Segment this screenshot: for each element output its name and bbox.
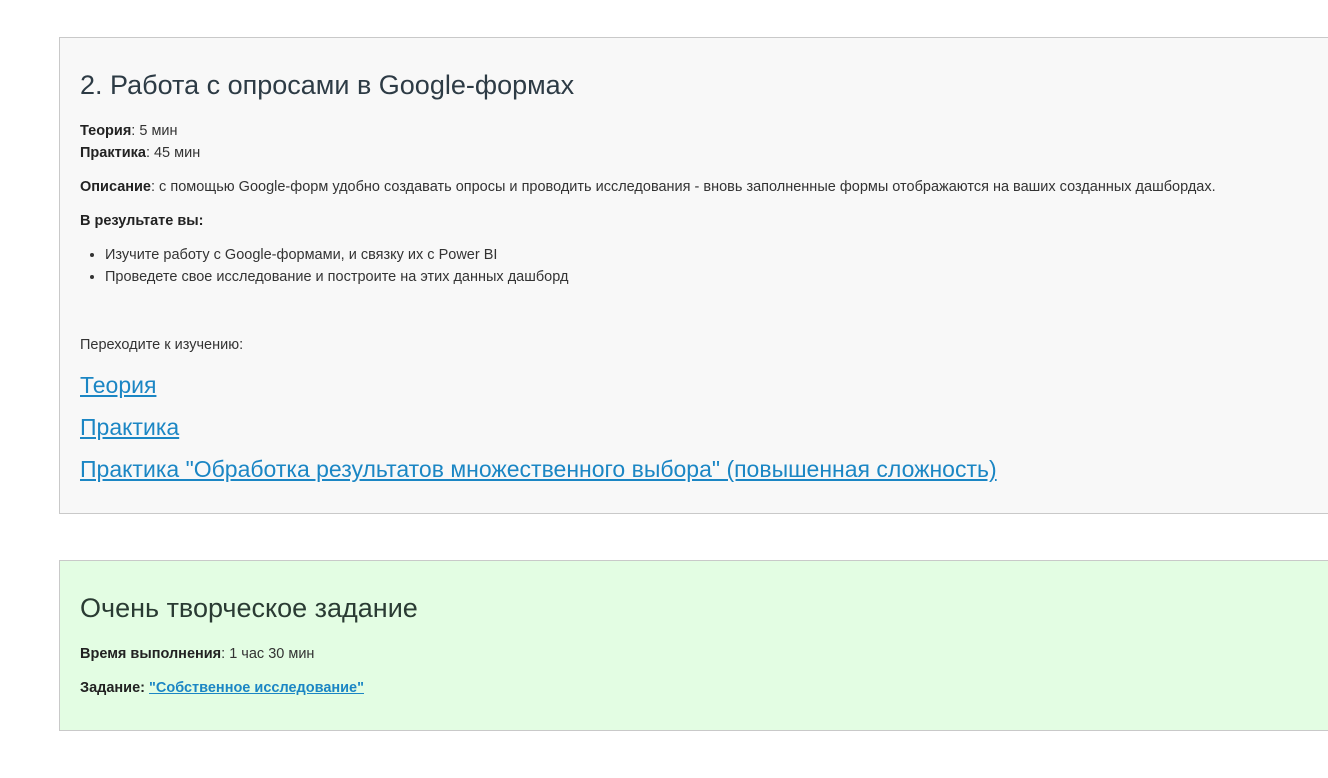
list-item: Проведете свое исследование и построите … [105, 266, 1318, 288]
result-label: В результате вы: [80, 213, 204, 229]
advanced-practice-link[interactable]: Практика "Обработка результатов множеств… [80, 454, 997, 484]
description-text: : с помощью Google-форм удобно создавать… [151, 179, 1216, 195]
list-item: Изучите работу с Google-формами, и связк… [105, 244, 1318, 266]
practice-duration: Практика: 45 мин [80, 142, 1318, 164]
module-description: Описание: с помощью Google-форм удобно с… [80, 176, 1318, 198]
time-value: : 1 час 30 мин [221, 646, 315, 662]
task-line: Задание: "Собственное исследование" [80, 677, 1318, 699]
practice-label: Практика [80, 145, 146, 161]
completion-time: Время выполнения: 1 час 30 мин [80, 643, 1318, 665]
practice-link[interactable]: Практика [80, 412, 179, 442]
task-link[interactable]: "Собственное исследование" [149, 680, 364, 696]
practice-value: : 45 мин [145, 145, 201, 161]
module-card: 2. Работа с опросами в Google-формах Тео… [59, 37, 1328, 514]
theory-label: Теория [80, 123, 132, 139]
task-label: Задание: [80, 680, 145, 696]
theory-value: : 5 мин [131, 123, 178, 139]
time-label: Время выполнения [80, 646, 222, 662]
theory-link[interactable]: Теория [80, 370, 156, 400]
description-label: Описание [80, 179, 151, 195]
module-title: 2. Работа с опросами в Google-формах [80, 70, 575, 100]
result-list: Изучите работу с Google-формами, и связк… [80, 244, 1318, 288]
creative-task-title: Очень творческое задание [80, 593, 418, 623]
theory-duration: Теория: 5 мин [80, 120, 1318, 142]
result-heading: В результате вы: [80, 210, 1318, 232]
goto-text: Переходите к изучению: [80, 337, 244, 353]
creative-task-card: Очень творческое задание Время выполнени… [59, 560, 1328, 731]
